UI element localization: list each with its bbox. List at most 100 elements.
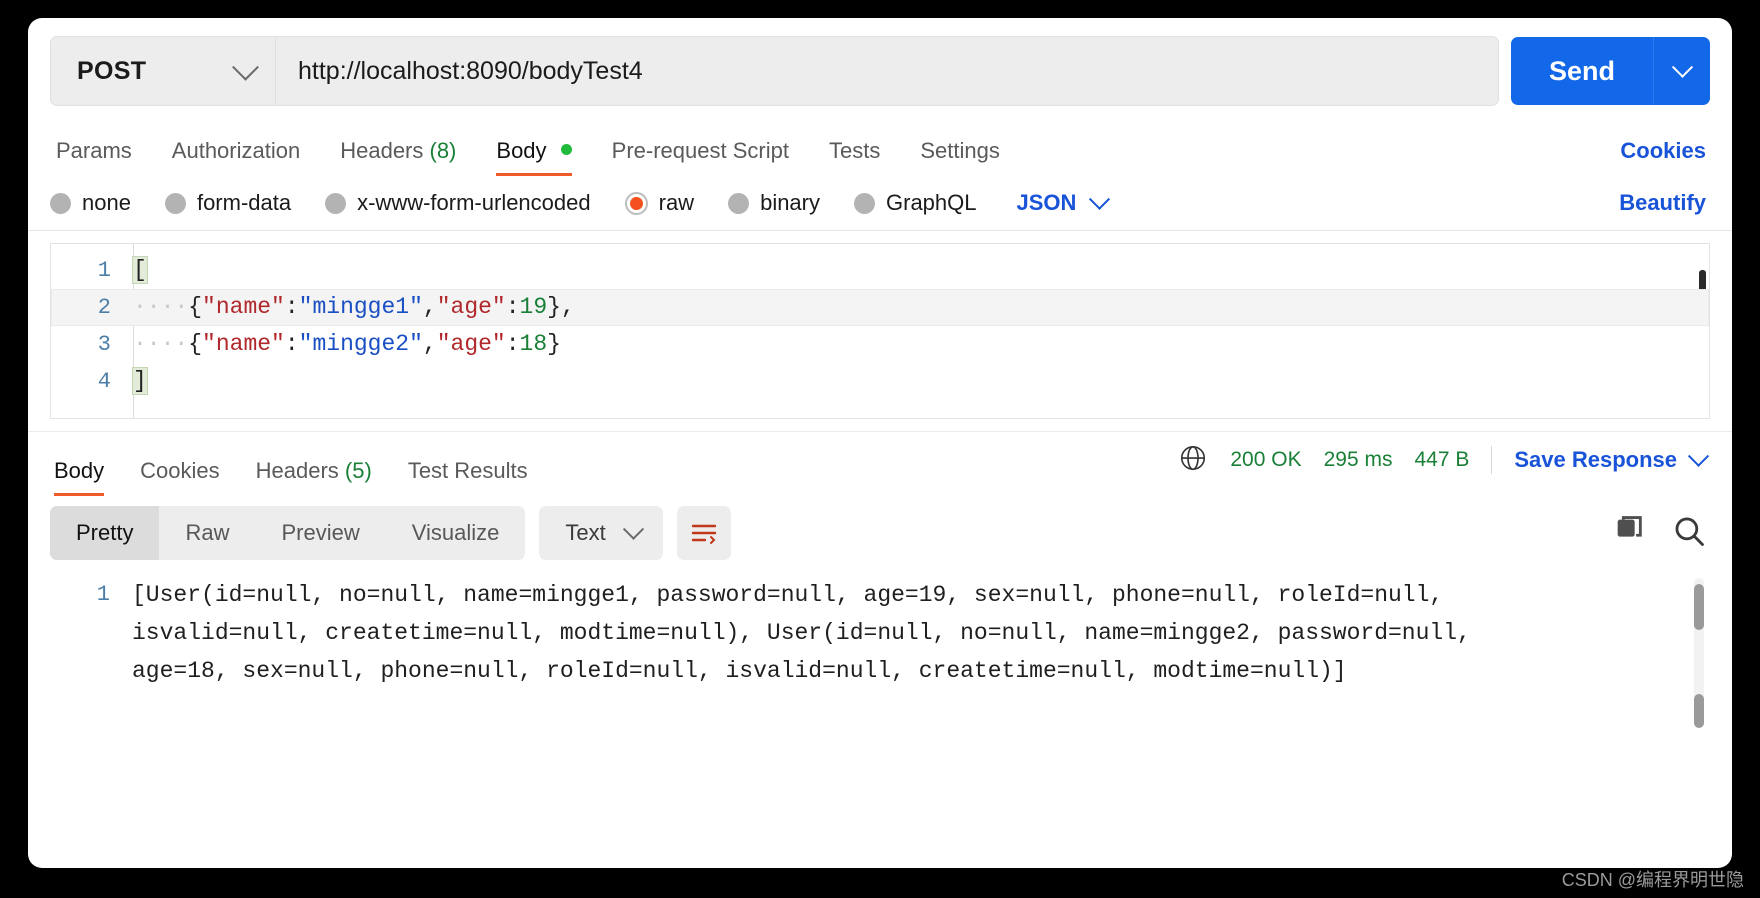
body-type-form-data[interactable]: form-data [165,190,291,216]
radio-icon [325,193,346,214]
brace-open: { [188,294,202,320]
body-type-raw[interactable]: raw [625,190,694,216]
tab-label: Cookies [140,458,219,483]
response-body[interactable]: 1 [User(id=null, no=null, name=mingge1, … [50,576,1710,742]
cookies-link[interactable]: Cookies [1620,138,1710,176]
tab-tests[interactable]: Tests [809,138,900,176]
colon: : [285,331,299,357]
tab-pre-request-script[interactable]: Pre-request Script [592,138,809,176]
radio-icon [854,193,875,214]
raw-format-label: JSON [1017,190,1077,216]
code-line: 2 ····{"name":"mingge1","age":19}, [51,289,1709,326]
search-icon[interactable] [1672,514,1706,553]
http-method-select[interactable]: POST [51,37,276,105]
response-format-select[interactable]: Text [539,506,662,560]
beautify-button[interactable]: Beautify [1619,190,1706,216]
response-header: Body Cookies Headers (5) Test Results [28,431,1732,496]
copy-icon[interactable] [1612,514,1646,553]
radio-icon [728,193,749,214]
response-actions [1612,514,1706,553]
raw-format-select[interactable]: JSON [1017,190,1108,216]
view-mode-preview[interactable]: Preview [255,506,385,560]
colon: : [506,331,520,357]
chevron-down-icon [1671,56,1692,77]
tab-label: Settings [920,138,1000,163]
brace-open: { [188,331,202,357]
tab-count: (8) [430,138,457,163]
brace-close: } [547,331,561,357]
tab-settings[interactable]: Settings [900,138,1020,176]
radio-label: raw [659,190,694,216]
watermark: CSDN @编程界明世隐 [1562,866,1744,892]
response-meta: 200 OK 295 ms 447 B Save Response [1178,443,1706,486]
code-content: ] [133,363,147,400]
tab-body[interactable]: Body [476,138,591,176]
json-number-value: 19 [520,294,548,320]
response-tab-test-results[interactable]: Test Results [390,458,546,496]
method-url-group: POST http://localhost:8090/bodyTest4 [50,36,1499,106]
save-response-button[interactable]: Save Response [1514,447,1706,473]
editor-code-area: 1 [ 2 ····{"name":"mingge1","age":19}, 3… [51,244,1709,400]
response-status: 200 OK [1230,448,1301,472]
http-method-label: POST [77,57,146,86]
comma: , [423,331,437,357]
send-button[interactable]: Send [1511,37,1653,105]
tab-params[interactable]: Params [50,138,152,176]
body-modified-dot-icon [561,144,572,155]
code-content: [ [133,252,147,289]
line-number: 4 [51,363,133,400]
brace-close: }, [547,294,575,320]
response-code-block: 1 [User(id=null, no=null, name=mingge1, … [50,576,1710,690]
url-bar: POST http://localhost:8090/bodyTest4 Sen… [28,18,1732,118]
tab-authorization[interactable]: Authorization [152,138,320,176]
tab-label: Pre-request Script [612,138,789,163]
radio-icon [50,193,71,214]
tab-label: Headers [256,458,339,483]
postman-request-window: POST http://localhost:8090/bodyTest4 Sen… [28,18,1732,868]
radio-icon [165,193,186,214]
line-number: 2 [51,289,133,326]
body-type-binary[interactable]: binary [728,190,820,216]
chevron-down-icon [232,53,259,80]
tab-label: Test Results [408,458,528,483]
radio-label: none [82,190,131,216]
tab-label: Params [56,138,132,163]
indent-dots: ···· [133,331,188,357]
response-tab-headers[interactable]: Headers (5) [238,458,390,496]
tab-label: Body [54,458,104,483]
view-mode-raw[interactable]: Raw [159,506,255,560]
code-line: 3 ····{"name":"mingge2","age":18} [51,326,1709,363]
view-mode-visualize[interactable]: Visualize [386,506,526,560]
json-number-value: 18 [520,331,548,357]
chevron-down-icon [1089,188,1110,209]
divider [1491,446,1492,474]
bracket-token: [ [133,257,147,283]
body-type-none[interactable]: none [50,190,131,216]
body-type-graphql[interactable]: GraphQL [854,190,977,216]
url-input[interactable]: http://localhost:8090/bodyTest4 [276,37,1498,105]
indent-dots: ···· [133,294,188,320]
globe-icon [1178,443,1208,478]
tab-count: (5) [345,458,372,483]
response-tab-cookies[interactable]: Cookies [122,458,237,496]
body-type-x-www-form-urlencoded[interactable]: x-www-form-urlencoded [325,190,591,216]
tab-headers[interactable]: Headers (8) [320,138,476,176]
code-line: 1 [ [51,252,1709,289]
view-mode-pretty[interactable]: Pretty [50,506,159,560]
response-tabs: Body Cookies Headers (5) Test Results [50,432,546,496]
radio-label: GraphQL [886,190,977,216]
response-scrollbar-thumb[interactable] [1694,584,1704,630]
code-content: ····{"name":"mingge2","age":18} [133,326,561,363]
response-format-label: Text [565,520,605,546]
json-key: "age" [437,294,506,320]
response-time: 295 ms [1324,448,1393,472]
response-tab-body[interactable]: Body [50,458,122,496]
wrap-lines-button[interactable] [677,506,731,560]
response-toolbar: Pretty Raw Preview Visualize Text [28,496,1732,570]
request-body-editor[interactable]: 1 [ 2 ····{"name":"mingge1","age":19}, 3… [50,243,1710,419]
line-number: 1 [51,252,133,289]
send-options-button[interactable] [1653,37,1710,105]
colon: : [285,294,299,320]
response-scrollbar-thumb-secondary[interactable] [1694,694,1704,728]
response-size: 447 B [1414,448,1469,472]
